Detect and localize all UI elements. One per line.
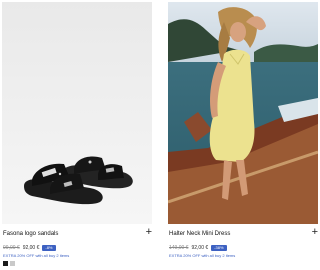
product-image-dress[interactable] xyxy=(168,2,318,224)
promo-text: EXTRA 20% OFF with all buy 2 items xyxy=(3,253,70,258)
product-name[interactable]: Fasona logo sandals xyxy=(3,230,58,238)
sale-price: 92,00 € xyxy=(191,244,209,251)
product-card-sandals[interactable]: Fasona logo sandals + 99,00 € 92,00 € -8… xyxy=(2,2,152,266)
plus-icon[interactable]: + xyxy=(312,227,318,238)
old-price: 99,00 € xyxy=(3,244,20,251)
color-swatches xyxy=(3,261,152,266)
product-card-dress[interactable]: Halter Neck Mini Dress + 149,00 € 92,00 … xyxy=(168,2,318,258)
discount-badge: -38% xyxy=(211,244,227,251)
product-image-sandals[interactable] xyxy=(2,2,152,224)
promo-text: EXTRA 20% OFF with all buy 2 items xyxy=(169,253,236,258)
swatch-grey[interactable] xyxy=(10,261,15,266)
old-price: 149,00 € xyxy=(169,244,189,251)
product-name[interactable]: Halter Neck Mini Dress xyxy=(169,230,230,238)
sale-price: 92,00 € xyxy=(22,244,40,251)
plus-icon[interactable]: + xyxy=(146,227,152,238)
discount-badge: -8% xyxy=(42,244,56,251)
swatch-black[interactable] xyxy=(3,261,8,266)
